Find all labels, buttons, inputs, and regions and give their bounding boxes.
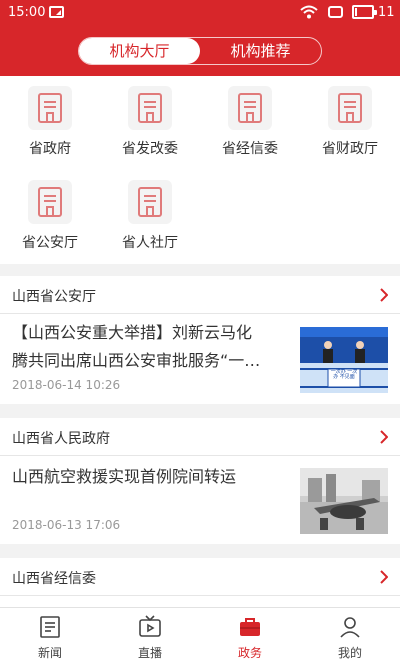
dept-icon-box <box>128 86 172 130</box>
dept-icon-box <box>228 86 272 130</box>
dept-item-economy-informatization[interactable]: 省经信委 <box>200 76 300 170</box>
dept-label: 省政府 <box>29 141 71 157</box>
user-icon <box>340 617 360 638</box>
dept-icon-box <box>28 86 72 130</box>
battery-icon <box>352 5 377 19</box>
nav-mine[interactable]: 我的 <box>300 608 400 666</box>
article-title-line-1: 【山西公安重大举措】刘新云马化 <box>12 323 253 342</box>
nav-label: 新闻 <box>37 646 62 660</box>
dept-item-human-resources[interactable]: 省人社厅 <box>100 170 200 264</box>
nav-news[interactable]: 新闻 <box>0 608 100 666</box>
government-building-icon <box>138 93 162 123</box>
department-grid: 省政府 省发改委 省经信委 省财政厅 省公安厅 省人社厅 <box>0 76 400 264</box>
tab-agency-hall[interactable]: 机构大厅 <box>79 38 200 64</box>
article-thumbnail: 一次办 一次办 不见面 <box>300 327 388 393</box>
live-tv-icon <box>139 615 161 637</box>
government-building-icon <box>38 93 62 123</box>
dept-item-development-reform[interactable]: 省发改委 <box>100 76 200 170</box>
dept-item-provincial-government[interactable]: 省政府 <box>0 76 100 170</box>
chevron-right-icon <box>380 288 388 302</box>
section-title: 山西省经信委 <box>12 571 96 587</box>
battery-level: 11 <box>378 5 395 20</box>
dept-item-public-security[interactable]: 省公安厅 <box>0 170 100 264</box>
government-building-icon <box>238 93 262 123</box>
nav-live[interactable]: 直播 <box>100 608 200 666</box>
news-icon <box>40 616 60 638</box>
bottom-nav: 新闻 直播 政务 我的 <box>0 607 400 666</box>
dept-icon-box <box>328 86 372 130</box>
status-bar: 15:00 11 <box>0 0 400 26</box>
dept-icon-box <box>128 180 172 224</box>
tab-switcher: 机构大厅 机构推荐 <box>78 37 322 65</box>
chevron-right-icon <box>380 570 388 584</box>
section-header[interactable]: 山西省人民政府 <box>0 418 400 456</box>
article-thumbnail <box>300 468 388 534</box>
app-header: 15:00 11 机构大厅 机构推荐 <box>0 0 400 76</box>
dept-label: 省发改委 <box>122 141 178 157</box>
nav-label: 我的 <box>337 646 362 660</box>
dept-label: 省财政厅 <box>322 141 378 157</box>
section-public-security: 山西省公安厅 【山西公安重大举措】刘新云马化 腾共同出席山西公安审批服务“一… … <box>0 276 400 404</box>
section-economy-informatization: 山西省经信委 <box>0 558 400 608</box>
chevron-right-icon <box>380 430 388 444</box>
thumbnail-caption: 一次办 一次办 不见面 <box>330 369 358 380</box>
dept-item-finance[interactable]: 省财政厅 <box>300 76 400 170</box>
nav-government-affairs[interactable]: 政务 <box>200 608 300 666</box>
article-thumbnail-image <box>300 468 388 534</box>
government-building-icon <box>138 187 162 217</box>
section-header[interactable]: 山西省公安厅 <box>0 276 400 314</box>
article-thumbnail-image <box>300 327 388 393</box>
dept-icon-box <box>28 180 72 224</box>
dept-label: 省人社厅 <box>122 235 178 251</box>
section-header[interactable]: 山西省经信委 <box>0 558 400 596</box>
screen-icon <box>328 6 343 18</box>
nav-label: 政务 <box>237 646 262 660</box>
nav-label: 直播 <box>137 646 162 660</box>
section-title: 山西省人民政府 <box>12 431 110 447</box>
government-building-icon <box>38 187 62 217</box>
section-provincial-government: 山西省人民政府 山西航空救援实现首例院间转运 2018-06-13 17:06 <box>0 418 400 544</box>
article-date: 2018-06-13 17:06 <box>12 518 121 532</box>
battery-level-fill <box>355 8 357 16</box>
wifi-icon <box>300 5 318 19</box>
article-title-line-2: 腾共同出席山西公安审批服务“一… <box>12 351 261 370</box>
tab-agency-recommend[interactable]: 机构推荐 <box>200 38 321 64</box>
government-building-icon <box>338 93 362 123</box>
dept-label: 省经信委 <box>222 141 278 157</box>
article-title: 山西航空救援实现首例院间转运 <box>12 467 237 486</box>
section-title: 山西省公安厅 <box>12 289 96 305</box>
dept-label: 省公安厅 <box>22 235 78 251</box>
image-notification-icon <box>49 6 64 18</box>
status-time: 15:00 <box>8 5 46 20</box>
article-date: 2018-06-14 10:26 <box>12 378 121 392</box>
briefcase-icon <box>240 618 260 636</box>
